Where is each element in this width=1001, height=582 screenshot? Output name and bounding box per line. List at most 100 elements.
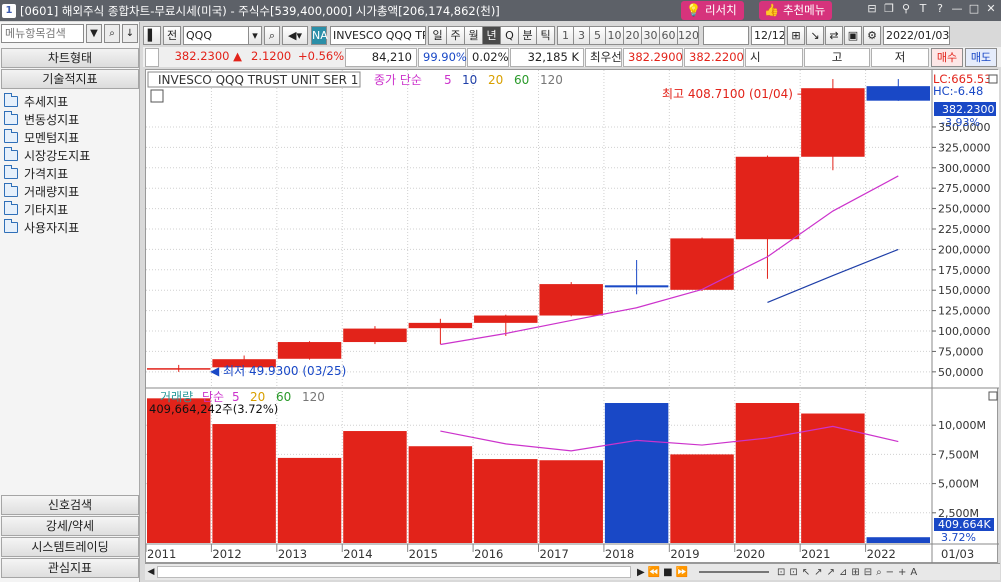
interval-button[interactable]: 120 — [677, 25, 699, 45]
interval-button[interactable]: 60 — [659, 25, 678, 45]
period-button[interactable]: Q — [500, 25, 519, 45]
tab-chart-type[interactable]: 차트형태 — [1, 48, 139, 68]
chart-svg[interactable]: 350,0000325,0000300,0000275,0000250,0000… — [145, 70, 999, 564]
search-symbol-icon[interactable]: ⌕ — [264, 25, 280, 45]
recommend-menu-button[interactable]: 👍 추천메뉴 — [759, 1, 833, 20]
period-button[interactable]: 주 — [446, 25, 465, 45]
period-button[interactable]: 분 — [518, 25, 537, 45]
candle-body — [277, 342, 342, 359]
panel-toggle-icon[interactable]: ▌ — [143, 25, 161, 45]
interval-button[interactable]: 3 — [573, 25, 590, 45]
chevron-down-icon[interactable]: ▾ — [248, 25, 262, 45]
candle-body — [146, 368, 211, 370]
chart-canvas[interactable]: 350,0000 325,0000 300,0000 275,0000 250,0000… — [145, 69, 999, 564]
count-field[interactable]: 12/12 — [751, 25, 785, 45]
period-button[interactable]: 년 — [482, 25, 501, 45]
new-window-icon[interactable]: ❐ — [883, 2, 895, 15]
volume-bar — [670, 454, 734, 543]
sidebar-bottom-tab[interactable]: 강세/약세 — [1, 516, 139, 536]
layout-icon[interactable]: ⊟ — [866, 2, 878, 15]
save-icon[interactable]: ▣ — [844, 25, 862, 45]
menu-search: 메뉴항목검색 ▼ ⌕ ↓ — [1, 24, 139, 44]
candle-type-icon[interactable]: ⊞ — [787, 25, 805, 45]
indicator-category-label: 추세지표 — [24, 94, 69, 109]
interval-button[interactable]: 1 — [557, 25, 574, 45]
drawing-tools-icon[interactable]: ⊡⊡↖↗↗⊿⊞⊟⌕−+A — [777, 567, 921, 578]
compare-icon[interactable]: ⇄ — [825, 25, 843, 45]
research-button[interactable]: 💡 리서치 — [681, 1, 744, 20]
date-field[interactable]: 2022/01/03 — [883, 25, 950, 45]
period-button[interactable]: 일 — [428, 25, 447, 45]
volume-ratio: 99.90% — [418, 47, 467, 67]
sell-button[interactable]: 매도 — [965, 47, 997, 67]
buy-button[interactable]: 매수 — [931, 47, 963, 67]
minimize-icon[interactable]: — — [951, 2, 963, 15]
scroll-track[interactable] — [157, 566, 631, 578]
indicator-category-item[interactable]: 변동성지표 — [4, 110, 138, 128]
volume-bar — [539, 460, 603, 543]
help-icon[interactable]: ? — [934, 2, 946, 15]
pin-icon[interactable]: ⚲ — [900, 2, 912, 15]
menu-search-input[interactable]: 메뉴항목검색 — [1, 24, 84, 43]
recommend-menu-label: 추천메뉴 — [782, 3, 826, 17]
mode-button[interactable]: 전 — [163, 25, 181, 45]
interval-button[interactable]: 5 — [589, 25, 606, 45]
sidebar-bottom-tab[interactable]: 신호검색 — [1, 495, 139, 515]
volume-tag-pct: 3.72% — [941, 531, 976, 544]
indicator-category-item[interactable]: 기타지표 — [4, 200, 138, 218]
volume-bar — [212, 424, 276, 543]
indicator-category-label: 가격지표 — [24, 166, 69, 181]
scroll-left-icon[interactable]: ◀ — [145, 567, 157, 577]
settings-gear-icon[interactable]: ⚙ — [863, 25, 881, 45]
hc-label: HC:-6.48 — [933, 84, 983, 98]
price-pct-tag: -3.93% — [941, 116, 980, 129]
period-button[interactable]: 틱 — [536, 25, 555, 45]
volume-bar — [146, 398, 211, 543]
lightbulb-icon: 💡 — [686, 3, 701, 17]
interval-button[interactable]: 30 — [641, 25, 660, 45]
chart-scrollbar[interactable]: ◀ ▶⏪■⏩ ⊡⊡↖↗↗⊿⊞⊟⌕−+A — [145, 563, 1000, 580]
price-tick-label: 75,0000 — [938, 345, 984, 358]
period-button[interactable]: 월 — [464, 25, 483, 45]
speaker-icon[interactable]: ◀▾ — [282, 25, 308, 45]
interval-button[interactable]: 20 — [623, 25, 642, 45]
maximize-icon[interactable]: □ — [968, 2, 980, 15]
indicator-category-item[interactable]: 모멘텀지표 — [4, 128, 138, 146]
zoom-slider[interactable] — [699, 571, 770, 573]
folder-icon — [4, 110, 18, 125]
indicator-category-item[interactable]: 가격지표 — [4, 164, 138, 182]
indicator-category-item[interactable]: 추세지표 — [4, 92, 138, 110]
volume-bar — [801, 413, 865, 543]
draw-line-icon[interactable]: ↘ — [806, 25, 824, 45]
volume-tag-value: 409.664K — [938, 518, 991, 531]
quote-toggle[interactable] — [145, 47, 159, 67]
down-arrow-icon[interactable]: ↓ — [122, 24, 138, 43]
price-tick-label: 100,0000 — [938, 325, 991, 338]
symbol-toolbar: ▌ 전 QQQ ▾ ⌕ ◀▾ NA INVESCO QQQ TRUS 일주월년Q… — [143, 24, 1001, 46]
indicator-category-item[interactable]: 시장강도지표 — [4, 146, 138, 164]
indicator-category-item[interactable]: 사용자지표 — [4, 218, 138, 236]
playback-controls-icon[interactable]: ▶⏪■⏩ — [637, 567, 691, 578]
tab-technical-indicators[interactable]: 기술적지표 — [1, 69, 139, 89]
indicator-category-item[interactable]: 거래량지표 — [4, 182, 138, 200]
volume-tick-label: 10,000M — [938, 419, 986, 432]
price-legend-ma-label: 종가 단순 — [374, 73, 422, 87]
sidebar-bottom-tab[interactable]: 관심지표 — [1, 558, 139, 578]
window-number-badge: 1 — [2, 3, 16, 18]
turnover-rate: 0.02% — [467, 47, 509, 67]
close-icon[interactable]: ✕ — [985, 2, 997, 15]
font-icon[interactable]: T — [917, 2, 929, 15]
candle-body — [670, 238, 734, 290]
symbol-input[interactable]: QQQ — [183, 25, 249, 45]
interval-button[interactable]: 10 — [605, 25, 624, 45]
sidebar-bottom-tab[interactable]: 시스템트레이딩 — [1, 537, 139, 557]
x-tick-label: 2018 — [605, 547, 634, 561]
dropdown-icon[interactable]: ▼ — [86, 24, 102, 43]
volume-bar — [866, 537, 931, 543]
price-legend-ma-period: 5 — [444, 73, 452, 87]
period-dropdown[interactable] — [703, 25, 749, 45]
indicator-category-label: 모멘텀지표 — [24, 130, 80, 145]
search-icon[interactable]: ⌕ — [104, 24, 120, 43]
indicator-tree: 추세지표 변동성지표모멘텀지표시장강도지표가격지표 거래량지표 기타지표 사용자지표 — [4, 92, 138, 236]
indicator-category-label: 시장강도지표 — [24, 148, 91, 163]
